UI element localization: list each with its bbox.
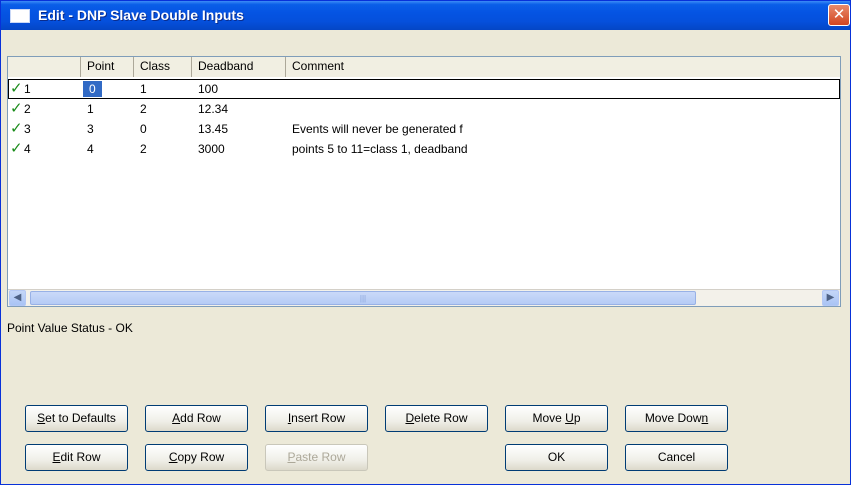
- window-icon: [10, 9, 30, 23]
- header-comment[interactable]: Comment: [286, 57, 840, 77]
- cell-point[interactable]: 3: [81, 119, 134, 139]
- horizontal-scrollbar[interactable]: ◀ ||| ▶: [8, 289, 840, 306]
- table-row[interactable]: ✓ 4 4 2 3000 points 5 to 11=class 1, dea…: [8, 139, 840, 159]
- edit-dialog: Edit - DNP Slave Double Inputs ✕ Point C…: [0, 0, 851, 485]
- move-down-button[interactable]: Move Down: [625, 405, 728, 432]
- table-row[interactable]: ✓ 2 1 2 12.34: [8, 99, 840, 119]
- copy-row-button[interactable]: Copy Row: [145, 444, 248, 471]
- title-bar[interactable]: Edit - DNP Slave Double Inputs ✕: [1, 1, 850, 30]
- cancel-button[interactable]: Cancel: [625, 444, 728, 471]
- cell-point[interactable]: 1: [81, 99, 134, 119]
- close-icon: ✕: [832, 6, 846, 23]
- row-number: 2: [24, 102, 31, 116]
- grid-header: Point Class Deadband Comment: [8, 57, 840, 77]
- scroll-right-button[interactable]: ▶: [822, 290, 839, 306]
- move-up-button[interactable]: Move Up: [505, 405, 608, 432]
- paste-row-button: Paste Row: [265, 444, 368, 471]
- ok-button[interactable]: OK: [505, 444, 608, 471]
- cell-deadband[interactable]: 12.34: [192, 99, 286, 119]
- table-row[interactable]: ✓ 3 3 0 13.45 Events will never be gener…: [8, 119, 840, 139]
- row-number: 1: [24, 82, 31, 96]
- add-row-button[interactable]: Add Row: [145, 405, 248, 432]
- window-title: Edit - DNP Slave Double Inputs: [38, 7, 244, 23]
- arrow-left-icon: ◀: [13, 292, 22, 303]
- cell-comment[interactable]: [286, 99, 826, 119]
- check-icon: ✓: [10, 120, 23, 137]
- cell-comment[interactable]: Events will never be generated f: [286, 119, 826, 139]
- cell-class[interactable]: 0: [134, 119, 192, 139]
- status-text: Point Value Status - OK: [7, 321, 133, 335]
- table-row[interactable]: ✓ 1 0 1 100: [8, 79, 840, 99]
- check-icon: ✓: [10, 80, 23, 97]
- insert-row-button[interactable]: Insert Row: [265, 405, 368, 432]
- arrow-right-icon: ▶: [826, 292, 835, 303]
- delete-row-button[interactable]: Delete Row: [385, 405, 488, 432]
- cell-comment[interactable]: points 5 to 11=class 1, deadband: [286, 139, 826, 159]
- header-class[interactable]: Class: [134, 57, 192, 77]
- grip-icon: |||: [359, 294, 367, 303]
- cell-deadband[interactable]: 100: [192, 79, 286, 99]
- header-point[interactable]: Point: [81, 57, 134, 77]
- cell-class[interactable]: 2: [134, 139, 192, 159]
- cell-class[interactable]: 2: [134, 99, 192, 119]
- row-number: 3: [24, 122, 31, 136]
- set-to-defaults-button[interactable]: Set to Defaults: [25, 405, 128, 432]
- row-number: 4: [24, 142, 31, 156]
- cell-deadband[interactable]: 3000: [192, 139, 286, 159]
- scroll-thumb[interactable]: |||: [30, 291, 696, 305]
- cell-deadband[interactable]: 13.45: [192, 119, 286, 139]
- check-icon: ✓: [10, 140, 23, 157]
- close-button[interactable]: ✕: [828, 4, 850, 26]
- points-grid[interactable]: Point Class Deadband Comment ✓ 1 0 1 100…: [7, 56, 841, 307]
- cell-point[interactable]: 0: [81, 79, 134, 99]
- header-deadband[interactable]: Deadband: [192, 57, 286, 77]
- header-rownum: [8, 57, 81, 77]
- cell-class[interactable]: 1: [134, 79, 192, 99]
- scroll-left-button[interactable]: ◀: [9, 290, 26, 306]
- cell-point[interactable]: 4: [81, 139, 134, 159]
- edit-row-button[interactable]: Edit Row: [25, 444, 128, 471]
- cell-comment[interactable]: [286, 79, 826, 99]
- check-icon: ✓: [10, 100, 23, 117]
